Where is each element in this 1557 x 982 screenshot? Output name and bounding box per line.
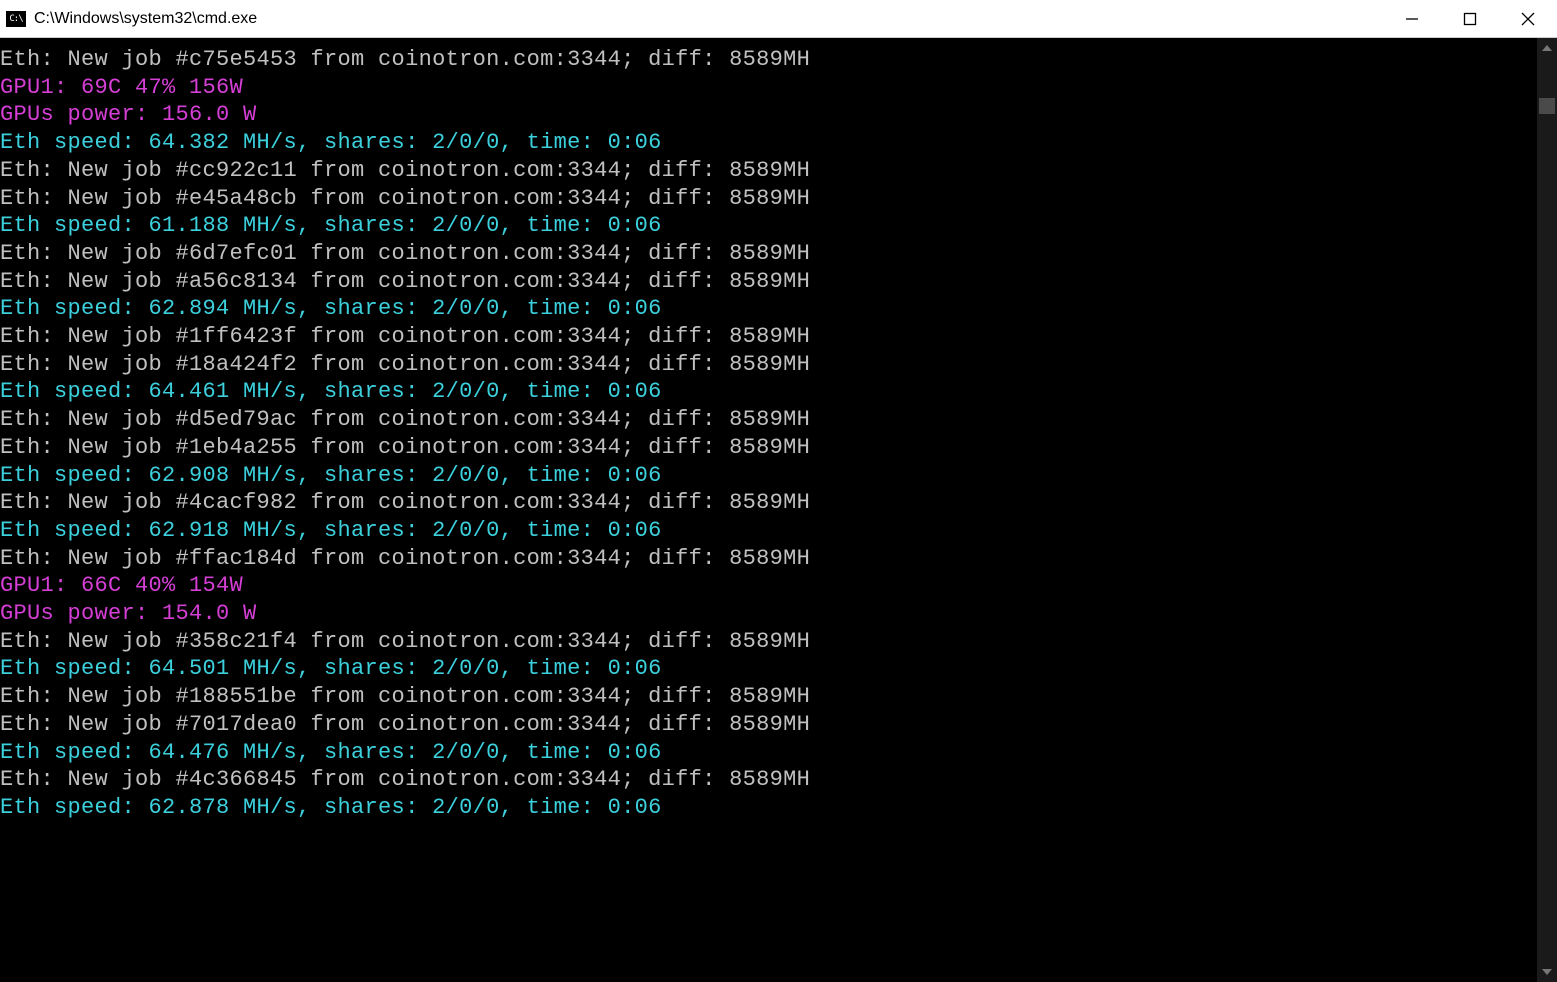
- window-titlebar[interactable]: C:\Windows\system32\cmd.exe: [0, 0, 1557, 38]
- scroll-up-arrow[interactable]: [1537, 38, 1557, 58]
- console-line: Eth speed: 64.476 MH/s, shares: 2/0/0, t…: [0, 739, 1537, 767]
- console-line: Eth speed: 62.894 MH/s, shares: 2/0/0, t…: [0, 295, 1537, 323]
- minimize-button[interactable]: [1383, 0, 1441, 37]
- console-line: Eth: New job #1eb4a255 from coinotron.co…: [0, 434, 1537, 462]
- scrollbar-thumb[interactable]: [1539, 98, 1555, 114]
- console-line: GPUs power: 156.0 W: [0, 101, 1537, 129]
- console-line: GPU1: 69C 47% 156W: [0, 74, 1537, 102]
- scroll-down-arrow[interactable]: [1537, 962, 1557, 982]
- console-line: Eth: New job #6d7efc01 from coinotron.co…: [0, 240, 1537, 268]
- cmd-icon: [6, 11, 26, 27]
- console-line: Eth: New job #7017dea0 from coinotron.co…: [0, 711, 1537, 739]
- console-line: GPUs power: 154.0 W: [0, 600, 1537, 628]
- console-line: GPU1: 66C 40% 154W: [0, 572, 1537, 600]
- close-button[interactable]: [1499, 0, 1557, 37]
- console-line: Eth speed: 64.501 MH/s, shares: 2/0/0, t…: [0, 655, 1537, 683]
- console-line: Eth speed: 62.908 MH/s, shares: 2/0/0, t…: [0, 462, 1537, 490]
- line-value: 154.0 W: [162, 601, 257, 626]
- console-line: Eth speed: 62.878 MH/s, shares: 2/0/0, t…: [0, 794, 1537, 822]
- console-line: Eth: New job #4cacf982 from coinotron.co…: [0, 489, 1537, 517]
- line-label: GPU1:: [0, 75, 81, 100]
- vertical-scrollbar[interactable]: [1537, 38, 1557, 982]
- line-label: GPU1:: [0, 573, 81, 598]
- line-value: 69C 47% 156W: [81, 75, 243, 100]
- line-value: 156.0 W: [162, 102, 257, 127]
- window-controls: [1383, 0, 1557, 37]
- console-line: Eth speed: 64.461 MH/s, shares: 2/0/0, t…: [0, 378, 1537, 406]
- console-line: Eth speed: 64.382 MH/s, shares: 2/0/0, t…: [0, 129, 1537, 157]
- console-line: Eth: New job #e45a48cb from coinotron.co…: [0, 185, 1537, 213]
- window-title: C:\Windows\system32\cmd.exe: [34, 10, 1383, 28]
- maximize-button[interactable]: [1441, 0, 1499, 37]
- console-line: Eth speed: 62.918 MH/s, shares: 2/0/0, t…: [0, 517, 1537, 545]
- line-value: 66C 40% 154W: [81, 573, 243, 598]
- console-line: Eth: New job #d5ed79ac from coinotron.co…: [0, 406, 1537, 434]
- console-line: Eth speed: 61.188 MH/s, shares: 2/0/0, t…: [0, 212, 1537, 240]
- console-line: Eth: New job #c75e5453 from coinotron.co…: [0, 46, 1537, 74]
- line-label: GPUs power:: [0, 601, 162, 626]
- console-line: Eth: New job #a56c8134 from coinotron.co…: [0, 268, 1537, 296]
- line-label: GPUs power:: [0, 102, 162, 127]
- console-line: Eth: New job #cc922c11 from coinotron.co…: [0, 157, 1537, 185]
- console-line: Eth: New job #188551be from coinotron.co…: [0, 683, 1537, 711]
- console-line: Eth: New job #4c366845 from coinotron.co…: [0, 766, 1537, 794]
- console-line: Eth: New job #ffac184d from coinotron.co…: [0, 545, 1537, 573]
- console-line: Eth: New job #18a424f2 from coinotron.co…: [0, 351, 1537, 379]
- console-line: Eth: New job #1ff6423f from coinotron.co…: [0, 323, 1537, 351]
- console-line: Eth: New job #358c21f4 from coinotron.co…: [0, 628, 1537, 656]
- console-output[interactable]: Eth: New job #c75e5453 from coinotron.co…: [0, 38, 1537, 982]
